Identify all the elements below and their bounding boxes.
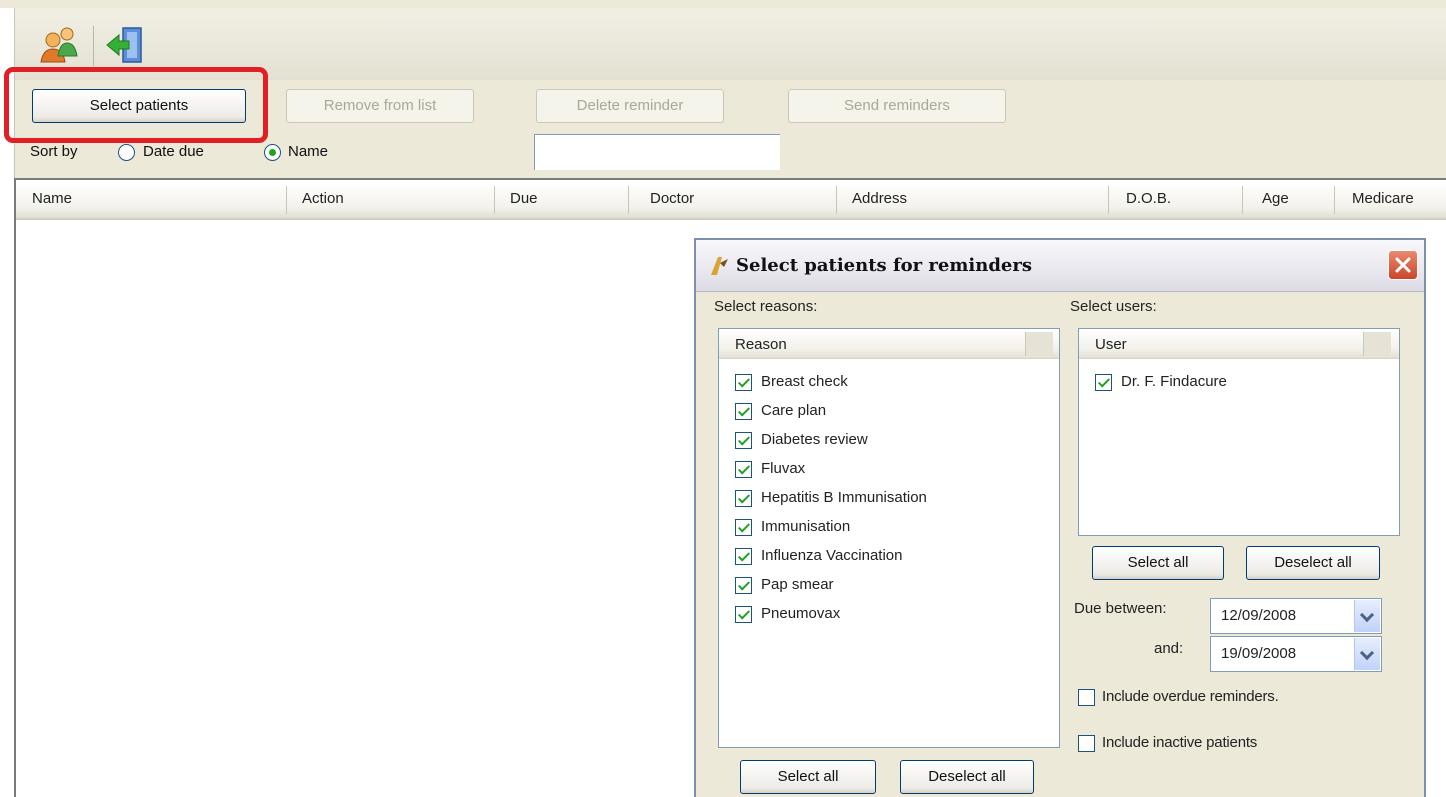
col-action[interactable]: Action <box>302 190 344 207</box>
sort-name-label: Name <box>288 143 329 160</box>
include-inactive-checkbox[interactable] <box>1078 735 1095 752</box>
users-select-all-button[interactable]: Select all <box>1092 546 1224 580</box>
dialog-title-bar[interactable]: Select patients for reminders <box>696 240 1424 292</box>
users-list[interactable]: User Dr. F. Findacure <box>1078 328 1400 536</box>
dialog-title: Select patients for reminders <box>736 255 1032 276</box>
and-label: and: <box>1154 640 1184 657</box>
reasons-deselect-all-button[interactable]: Deselect all <box>900 760 1034 794</box>
exit-icon[interactable] <box>103 22 149 68</box>
col-doctor[interactable]: Doctor <box>650 190 694 207</box>
remove-from-list-button[interactable]: Remove from list <box>286 89 474 123</box>
patients-icon[interactable] <box>37 22 83 68</box>
due-between-label: Due between: <box>1074 600 1167 617</box>
col-name[interactable]: Name <box>32 190 72 207</box>
sort-date-due-label: Date due <box>143 143 204 160</box>
col-due[interactable]: Due <box>510 190 538 207</box>
col-dob[interactable]: D.O.B. <box>1126 190 1171 207</box>
sort-by-label: Sort by <box>30 143 78 160</box>
reasons-select-all-button[interactable]: Select all <box>740 760 876 794</box>
sort-date-due-radio[interactable] <box>118 144 135 161</box>
app-icon <box>711 257 728 275</box>
col-medicare[interactable]: Medicare <box>1352 190 1414 207</box>
close-icon <box>1395 257 1411 273</box>
send-reminders-button[interactable]: Send reminders <box>788 89 1006 123</box>
grid-header <box>16 182 1446 220</box>
toolbar <box>14 8 1446 80</box>
select-patients-button[interactable]: Select patients <box>32 89 246 123</box>
search-input[interactable] <box>534 134 780 170</box>
col-age[interactable]: Age <box>1262 190 1289 207</box>
select-users-label: Select users: <box>1070 298 1157 315</box>
select-reasons-label: Select reasons: <box>714 298 818 315</box>
reason-column-header[interactable]: Reason <box>719 329 1059 359</box>
menu-bar <box>0 0 1446 8</box>
delete-reminder-button[interactable]: Delete reminder <box>536 89 724 123</box>
due-from-dropdown[interactable]: 12/09/2008 <box>1210 598 1382 634</box>
chevron-down-icon[interactable] <box>1354 600 1380 632</box>
reasons-list[interactable]: Reason Breast check Care plan Diabetes r… <box>718 328 1060 748</box>
select-patients-dialog: Select patients for reminders Select rea… <box>694 238 1426 797</box>
sort-name-radio[interactable] <box>264 144 281 161</box>
col-address[interactable]: Address <box>852 190 907 207</box>
close-button[interactable] <box>1388 250 1418 280</box>
user-column-header[interactable]: User <box>1079 329 1399 359</box>
toolbar-separator <box>93 26 94 66</box>
include-overdue-checkbox[interactable] <box>1078 689 1095 706</box>
chevron-down-icon[interactable] <box>1354 638 1380 670</box>
due-to-dropdown[interactable]: 19/09/2008 <box>1210 636 1382 672</box>
users-deselect-all-button[interactable]: Deselect all <box>1246 546 1380 580</box>
